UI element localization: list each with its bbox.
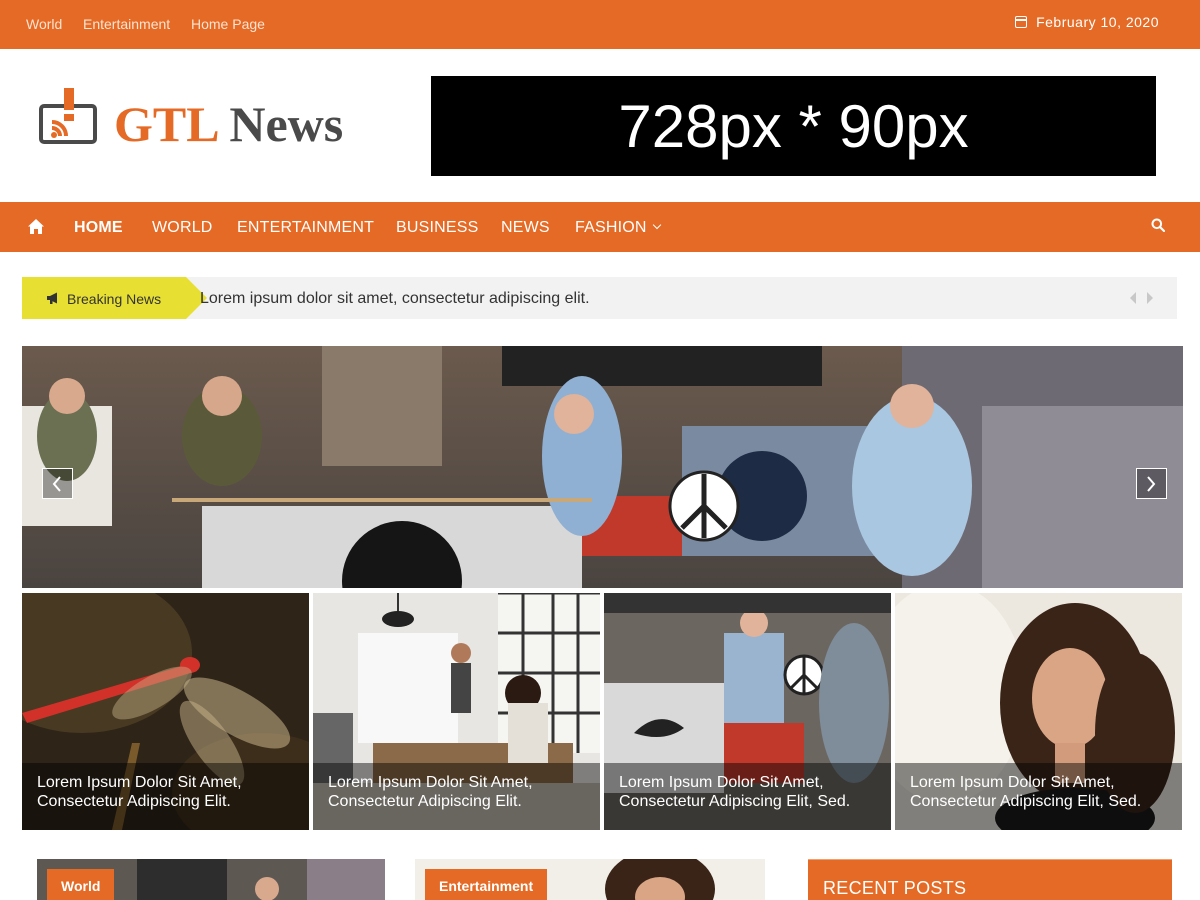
logo-icon bbox=[39, 88, 97, 144]
chevron-left-icon bbox=[52, 476, 61, 492]
active-indicator bbox=[59, 200, 137, 202]
top-link-world[interactable]: World bbox=[26, 16, 62, 32]
grid-caption-3: Lorem Ipsum Dolor Sit Amet, Consectetur … bbox=[604, 763, 891, 830]
main-nav: HOME WORLD ENTERTAINMENT BUSINESS NEWS F… bbox=[0, 200, 1200, 252]
grid-title-3[interactable]: Lorem Ipsum Dolor Sit Amet, Consectetur … bbox=[619, 773, 883, 811]
nav-item-home[interactable]: HOME bbox=[74, 219, 123, 237]
breaking-news-text[interactable]: Lorem ipsum dolor sit amet, consectetur … bbox=[200, 290, 590, 308]
nav-item-fashion[interactable]: FASHION bbox=[575, 219, 661, 237]
bottom-card-2[interactable]: Entertainment bbox=[415, 859, 765, 900]
search-icon[interactable] bbox=[1151, 218, 1165, 232]
grid-post-4[interactable]: Lorem Ipsum Dolor Sit Amet, Consectetur … bbox=[895, 593, 1182, 830]
grid-caption-4: Lorem Ipsum Dolor Sit Amet, Consectetur … bbox=[895, 763, 1182, 830]
chevron-right-icon bbox=[1147, 476, 1156, 492]
grid-title-4[interactable]: Lorem Ipsum Dolor Sit Amet, Consectetur … bbox=[910, 773, 1174, 811]
slider-next-button[interactable] bbox=[1136, 468, 1167, 499]
logo-text: GTL News bbox=[114, 96, 343, 152]
grid-post-3[interactable]: Lorem Ipsum Dolor Sit Amet, Consectetur … bbox=[604, 593, 891, 830]
nav-item-fashion-label: FASHION bbox=[575, 219, 647, 236]
chevron-down-icon bbox=[652, 220, 661, 230]
slider-prev-button[interactable] bbox=[42, 468, 73, 499]
top-bar: World Entertainment Home Page February 1… bbox=[0, 0, 1200, 49]
bottom-card-1[interactable]: World bbox=[37, 859, 385, 900]
grid-caption-2: Lorem Ipsum Dolor Sit Amet, Consectetur … bbox=[313, 763, 600, 830]
site-logo[interactable]: GTL News bbox=[38, 88, 378, 152]
top-link-entertainment[interactable]: Entertainment bbox=[83, 16, 170, 32]
category-tag-world[interactable]: World bbox=[47, 869, 115, 900]
grid-title-2[interactable]: Lorem Ipsum Dolor Sit Amet, Consectetur … bbox=[328, 773, 592, 811]
category-tag-entertainment[interactable]: Entertainment bbox=[425, 869, 548, 900]
recent-posts-widget: RECENT POSTS bbox=[808, 859, 1172, 900]
breaking-news-bar: Breaking News Lorem ipsum dolor sit amet… bbox=[22, 277, 1177, 319]
ticker-prev-icon[interactable] bbox=[1129, 291, 1137, 305]
home-icon[interactable] bbox=[27, 218, 45, 236]
ad-banner[interactable]: 728px * 90px bbox=[431, 76, 1156, 176]
nav-item-entertainment[interactable]: ENTERTAINMENT bbox=[237, 219, 374, 237]
grid-title-1[interactable]: Lorem Ipsum Dolor Sit Amet, Consectetur … bbox=[37, 773, 301, 811]
logo-gtl: GTL bbox=[114, 96, 217, 152]
top-link-home-page[interactable]: Home Page bbox=[191, 16, 265, 32]
nav-item-business[interactable]: BUSINESS bbox=[396, 219, 479, 237]
hero-image bbox=[22, 346, 1183, 588]
grid-post-2[interactable]: Lorem Ipsum Dolor Sit Amet, Consectetur … bbox=[313, 593, 600, 830]
calendar-icon bbox=[1015, 16, 1028, 28]
breaking-news-label: Breaking News bbox=[67, 291, 162, 307]
nav-item-news[interactable]: NEWS bbox=[501, 219, 550, 237]
logo-news: News bbox=[229, 96, 344, 152]
grid-caption-1: Lorem Ipsum Dolor Sit Amet, Consectetur … bbox=[22, 763, 309, 830]
recent-posts-title: RECENT POSTS bbox=[823, 878, 967, 898]
date-text: February 10, 2020 bbox=[1036, 14, 1159, 30]
hero-slider[interactable] bbox=[22, 346, 1183, 588]
breaking-news-tag: Breaking News bbox=[22, 277, 207, 319]
ticker-next-icon[interactable] bbox=[1146, 291, 1154, 305]
nav-item-world[interactable]: WORLD bbox=[152, 219, 213, 237]
grid-post-1[interactable]: Lorem Ipsum Dolor Sit Amet, Consectetur … bbox=[22, 593, 309, 830]
megaphone-icon bbox=[47, 292, 57, 304]
date-display: February 10, 2020 bbox=[1015, 14, 1159, 30]
